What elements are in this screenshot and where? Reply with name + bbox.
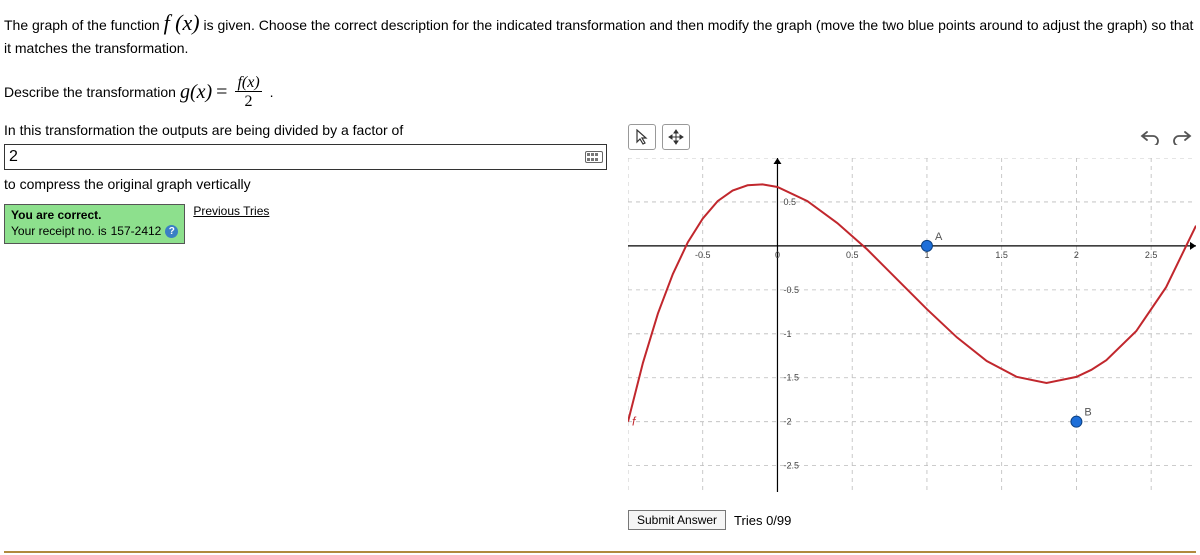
svg-text:-1.5: -1.5	[783, 373, 799, 383]
bottom-rule	[4, 551, 1196, 553]
equals: =	[216, 81, 227, 104]
answer-input[interactable]	[4, 144, 607, 170]
describe-pre: Describe the transformation	[4, 84, 176, 100]
feedback-line2-pre: Your receipt no. is	[11, 224, 107, 240]
gx-symbol: g(x)	[180, 81, 212, 104]
tries-text: Tries 0/99	[734, 513, 791, 528]
submit-answer-button[interactable]: Submit Answer	[628, 510, 726, 530]
fraction: f(x) 2	[235, 75, 261, 110]
svg-text:0.5: 0.5	[783, 197, 796, 207]
fx-symbol: f (x)	[164, 10, 200, 35]
svg-text:-1: -1	[783, 329, 791, 339]
fraction-den: 2	[235, 92, 261, 110]
redo-button[interactable]	[1168, 124, 1196, 150]
svg-text:0.5: 0.5	[846, 250, 859, 260]
svg-text:-0.5: -0.5	[695, 250, 711, 260]
fraction-num: f(x)	[235, 75, 261, 92]
svg-text:0: 0	[775, 250, 780, 260]
describe-row: Describe the transformation g(x) = f(x) …	[4, 72, 1196, 112]
svg-text:1.5: 1.5	[995, 250, 1008, 260]
plot-area[interactable]: -0.500.511.522.50.5-0.5-1-1.5-2-2.5fAB	[628, 158, 1196, 492]
period: .	[270, 84, 274, 100]
svg-text:-2.5: -2.5	[783, 461, 799, 471]
graph-panel: -0.500.511.522.50.5-0.5-1-1.5-2-2.5fAB S…	[628, 122, 1196, 530]
svg-text:B: B	[1084, 407, 1091, 419]
svg-text:-0.5: -0.5	[783, 285, 799, 295]
previous-tries-link[interactable]: Previous Tries	[193, 204, 269, 218]
svg-text:2.5: 2.5	[1145, 250, 1158, 260]
help-icon[interactable]: ?	[165, 225, 178, 238]
graph-toolbar	[628, 122, 1196, 152]
svg-text:2: 2	[1074, 250, 1079, 260]
svg-text:-2: -2	[783, 417, 791, 427]
move-tool-button[interactable]	[662, 124, 690, 150]
keyboard-icon[interactable]	[585, 151, 603, 163]
instructions: The graph of the function f (x) is given…	[4, 8, 1196, 58]
instr-pre: The graph of the function	[4, 17, 164, 33]
pointer-tool-button[interactable]	[628, 124, 656, 150]
feedback-box: You are correct. Your receipt no. is 157…	[4, 204, 185, 243]
answer-input-wrap	[4, 144, 607, 170]
svg-text:A: A	[935, 231, 943, 243]
feedback-line1: You are correct.	[11, 208, 178, 224]
feedback-receipt: 157-2412	[111, 224, 162, 240]
undo-button[interactable]	[1136, 124, 1164, 150]
